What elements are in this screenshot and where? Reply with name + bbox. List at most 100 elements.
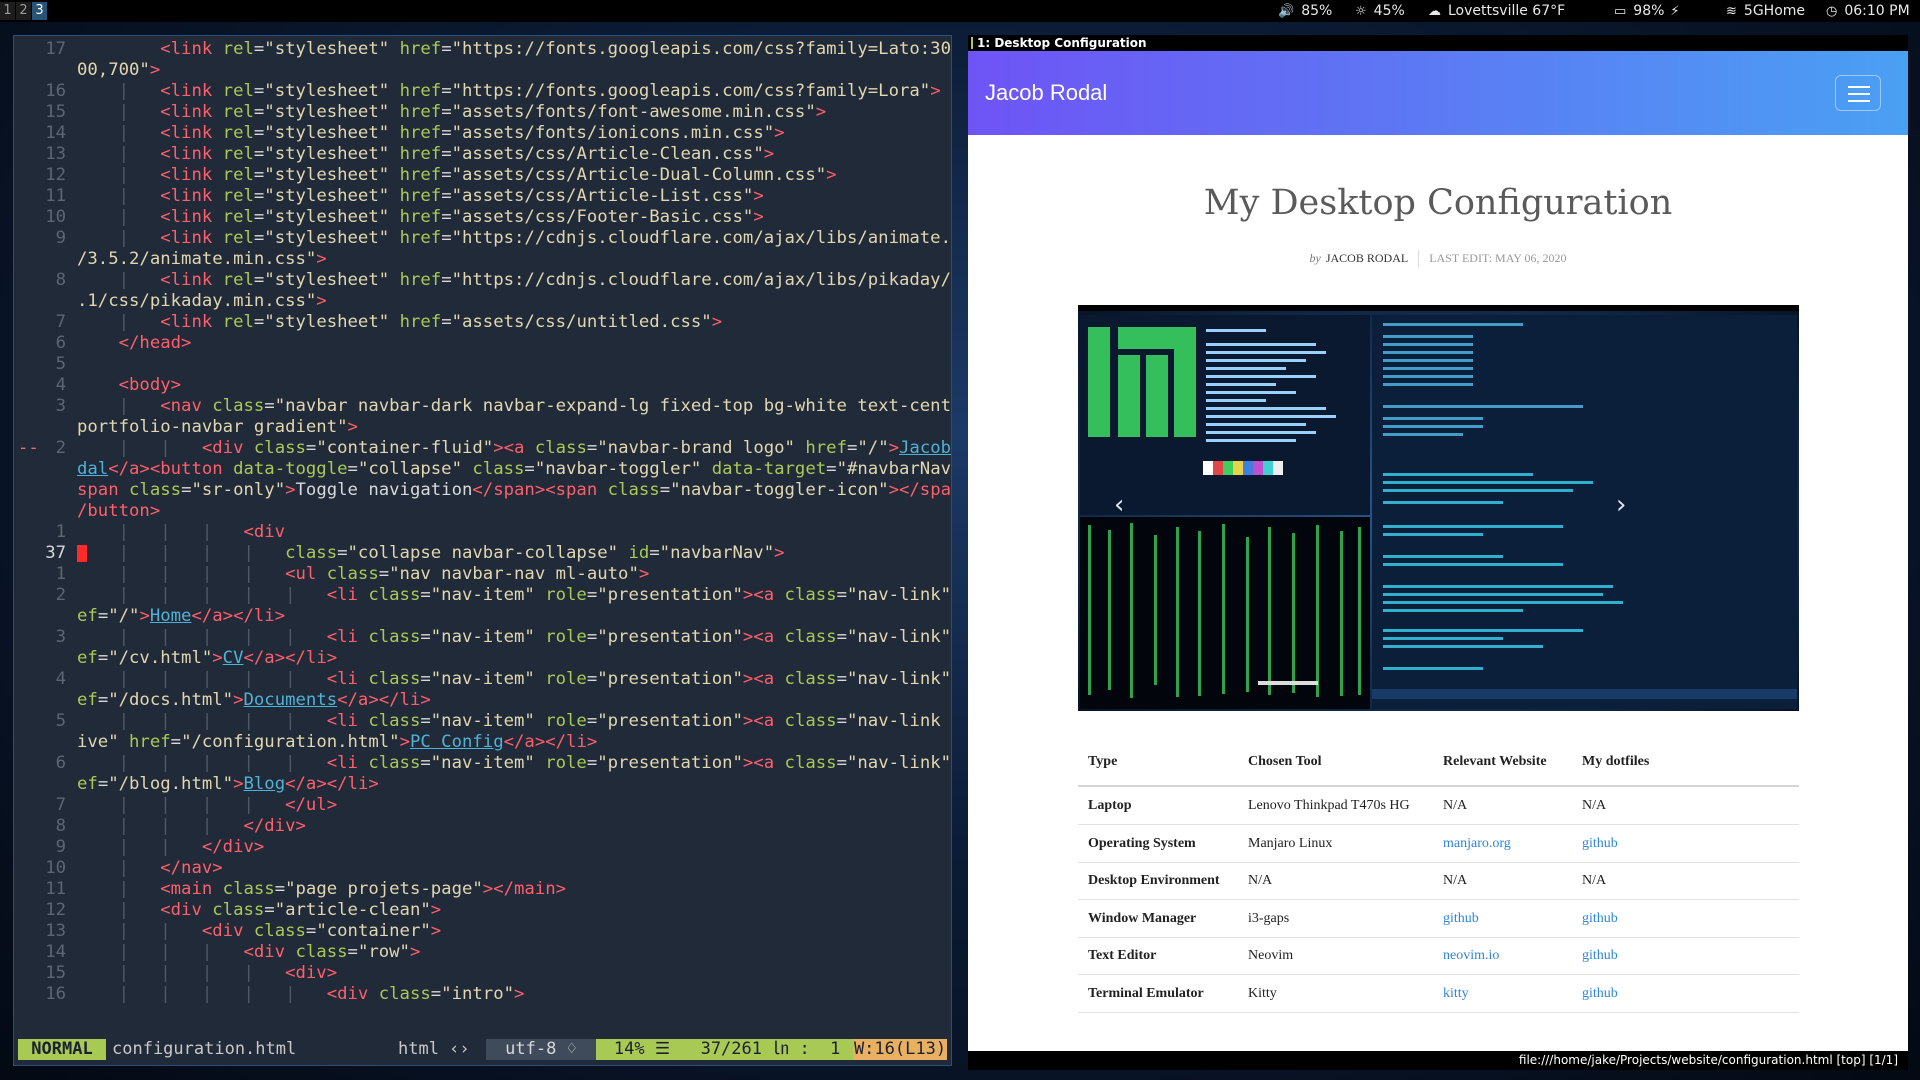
- meta-divider: [1418, 250, 1420, 268]
- cell-type: Desktop Environment: [1088, 873, 1220, 888]
- code-text: | | | | | <li class="nav-item" role="pre…: [77, 753, 952, 773]
- code-text: | | <div class="container-fluid"><a clas…: [77, 438, 952, 458]
- cell-tool: Lenovo Thinkpad T470s HG: [1248, 798, 1410, 813]
- code-line[interactable]: 12 | <div class="article-clean">: [14, 900, 951, 921]
- site-navbar: Jacob Rodal: [968, 51, 1908, 135]
- code-line[interactable]: 13 | <link rel="stylesheet" href="assets…: [14, 144, 951, 165]
- code-line[interactable]: 4 | | | | | <li class="nav-item" role="p…: [14, 669, 952, 690]
- workspace-1[interactable]: 1: [0, 2, 15, 20]
- code-line[interactable]: 3 | <nav class="navbar navbar-dark navba…: [14, 396, 951, 417]
- meta-last-edit: LAST EDIT: MAY 06, 2020: [1429, 250, 1567, 265]
- cell-website-link[interactable]: github: [1443, 900, 1479, 937]
- code-line[interactable]: 7 | <link rel="stylesheet" href="assets/…: [14, 312, 951, 333]
- code-text: | | | | </ul>: [77, 795, 338, 815]
- code-line[interactable]: 10 | </nav>: [14, 858, 951, 879]
- code-line[interactable]: 8 | <link rel="stylesheet" href="https:/…: [14, 270, 951, 291]
- cell-tool: i3-gaps: [1248, 910, 1290, 926]
- code-line[interactable]: -- 2 | | <div class="container-fluid"><a …: [14, 438, 952, 459]
- volume-status[interactable]: 🔊 85%: [1278, 0, 1332, 22]
- code-text: | <div class="article-clean">: [77, 900, 442, 920]
- carousel-prev-arrow[interactable]: ‹: [1114, 490, 1124, 520]
- table-row: Operating System Manjaro Linux manjaro.org…: [1078, 825, 1799, 863]
- code-line[interactable]: span class="sr-only">Toggle navigation</…: [14, 480, 951, 501]
- code-text: | | | | | <li class="nav-item" role="pre…: [77, 669, 952, 689]
- clock-value: 06:10 PM: [1844, 3, 1910, 19]
- cell-dotfiles-link[interactable]: github: [1582, 900, 1618, 937]
- clock-status[interactable]: ◷ 06:10 PM: [1826, 0, 1910, 22]
- cell-website-link[interactable]: manjaro.org: [1443, 825, 1511, 862]
- desktop-screenshot-carousel[interactable]: ‹ ›: [1078, 305, 1799, 711]
- line-number: 2: [55, 585, 66, 605]
- code-line[interactable]: .1/css/pikaday.min.css">: [14, 291, 951, 312]
- cell-dotfiles-link[interactable]: github: [1582, 825, 1618, 862]
- cell-dotfiles-link[interactable]: github: [1582, 975, 1618, 1012]
- code-line[interactable]: ef="/blog.html">Blog</a></li>: [14, 774, 951, 795]
- cell-dotfiles-link[interactable]: github: [1582, 937, 1618, 974]
- code-line[interactable]: 1 | | | | <ul class="nav navbar-nav ml-a…: [14, 564, 951, 585]
- code-line[interactable]: 10 | <link rel="stylesheet" href="assets…: [14, 207, 951, 228]
- brightness-status[interactable]: ☼ 45%: [1355, 0, 1405, 22]
- code-line[interactable]: ef="/docs.html">Documents</a></li>: [14, 690, 951, 711]
- code-line[interactable]: 2 | | | | | <li class="nav-item" role="p…: [14, 585, 951, 606]
- battery-status[interactable]: ▭ 98% ⚡: [1614, 0, 1687, 22]
- browser-title: 1: Desktop Configuration: [977, 36, 1147, 50]
- code-line[interactable]: 6 | | | | | <li class="nav-item" role="p…: [14, 753, 952, 774]
- web-page[interactable]: Jacob Rodal My Desktop Configuration by J…: [968, 51, 1908, 1051]
- code-line[interactable]: 9 | | </div>: [14, 837, 951, 858]
- code-line[interactable]: portfolio-navbar gradient">: [14, 417, 951, 438]
- hamburger-menu-button[interactable]: [1835, 75, 1881, 111]
- code-line[interactable]: /3.5.2/animate.min.css">: [14, 249, 951, 270]
- code-line[interactable]: 6 </head>: [14, 333, 951, 354]
- code-line[interactable]: 12 | <link rel="stylesheet" href="assets…: [14, 165, 951, 186]
- code-line[interactable]: /button>: [14, 501, 951, 522]
- line-number: 4: [55, 375, 66, 395]
- code-line[interactable]: 8 | | | </div>: [14, 816, 951, 837]
- code-line[interactable]: 7 | | | | </ul>: [14, 795, 951, 816]
- code-line[interactable]: 11 | <link rel="stylesheet" href="assets…: [14, 186, 951, 207]
- top-status-bar: 1 2 3 🔊 85% ☼ 45% ☁ Lovettsville 67°F ▭ 98% ⚡…: [0, 0, 1920, 22]
- line-number: 2: [55, 438, 66, 458]
- code-line[interactable]: dal</a><button data-toggle="collapse" cl…: [14, 459, 951, 480]
- code-line[interactable]: ef="/">Home</a></li>: [14, 606, 951, 627]
- site-brand-link[interactable]: Jacob Rodal: [985, 51, 1107, 135]
- vim-editor-window[interactable]: 17 <link rel="stylesheet" href="https://…: [13, 35, 952, 1066]
- browser-titlebar: 1: Desktop Configuration: [968, 35, 1908, 51]
- workspace-3[interactable]: 3: [32, 2, 47, 20]
- code-line[interactable]: 14 | <link rel="stylesheet" href="assets…: [14, 123, 951, 144]
- code-line[interactable]: 3 | | | | | <li class="nav-item" role="p…: [14, 627, 951, 648]
- table-row: Window Manager i3-gaps github github: [1078, 900, 1799, 938]
- code-line[interactable]: 15 | <link rel="stylesheet" href="assets…: [14, 102, 951, 123]
- line-number: 14: [45, 123, 66, 143]
- carousel-next-arrow[interactable]: ›: [1616, 490, 1626, 520]
- window-marker: [971, 37, 973, 49]
- cell-type: Text Editor: [1088, 948, 1157, 963]
- cell-website-link[interactable]: neovim.io: [1443, 937, 1499, 974]
- code-line[interactable]: 4 <body>: [14, 375, 951, 396]
- line-number: 16: [45, 81, 66, 101]
- line-number: 12: [45, 165, 66, 185]
- code-line[interactable]: 9 | <link rel="stylesheet" href="https:/…: [14, 228, 951, 249]
- cell-website-link[interactable]: kitty: [1443, 975, 1469, 1012]
- brightness-icon: ☼: [1355, 4, 1367, 19]
- browser-window[interactable]: 1: Desktop Configuration Jacob Rodal My …: [968, 35, 1908, 1070]
- code-line[interactable]: 11 | <main class="page projets-page"></m…: [14, 879, 951, 900]
- wifi-status[interactable]: ≋ 5GHome: [1726, 0, 1805, 22]
- code-buffer[interactable]: 17 <link rel="stylesheet" href="https://…: [14, 39, 952, 1005]
- code-line[interactable]: 16 | <link rel="stylesheet" href="https:…: [14, 81, 951, 102]
- code-line[interactable]: 17 <link rel="stylesheet" href="https://…: [14, 39, 951, 60]
- code-line[interactable]: 13 | | <div class="container">: [14, 921, 951, 942]
- code-line[interactable]: 15 | | | | <div>: [14, 963, 951, 984]
- workspace-2[interactable]: 2: [16, 2, 31, 20]
- code-line[interactable]: 37 | | | | class="collapse navbar-collap…: [14, 543, 951, 564]
- weather-status[interactable]: ☁ Lovettsville 67°F: [1428, 0, 1565, 22]
- code-line[interactable]: 1 | | | <div: [14, 522, 951, 543]
- code-line[interactable]: 16 | | | | | <div class="intro">: [14, 984, 951, 1005]
- code-line[interactable]: ef="/cv.html">CV</a></li>: [14, 648, 951, 669]
- cell-type: Terminal Emulator: [1088, 985, 1204, 1001]
- code-line[interactable]: 00,700">: [14, 60, 951, 81]
- code-line[interactable]: ive" href="/configuration.html">PC Confi…: [14, 732, 951, 753]
- code-line[interactable]: 5 | | | | | <li class="nav-item" role="p…: [14, 711, 951, 732]
- code-line[interactable]: 14 | | | <div class="row">: [14, 942, 951, 963]
- header-my-dotfiles: My dotfiles: [1582, 754, 1650, 769]
- code-line[interactable]: 5: [14, 354, 951, 375]
